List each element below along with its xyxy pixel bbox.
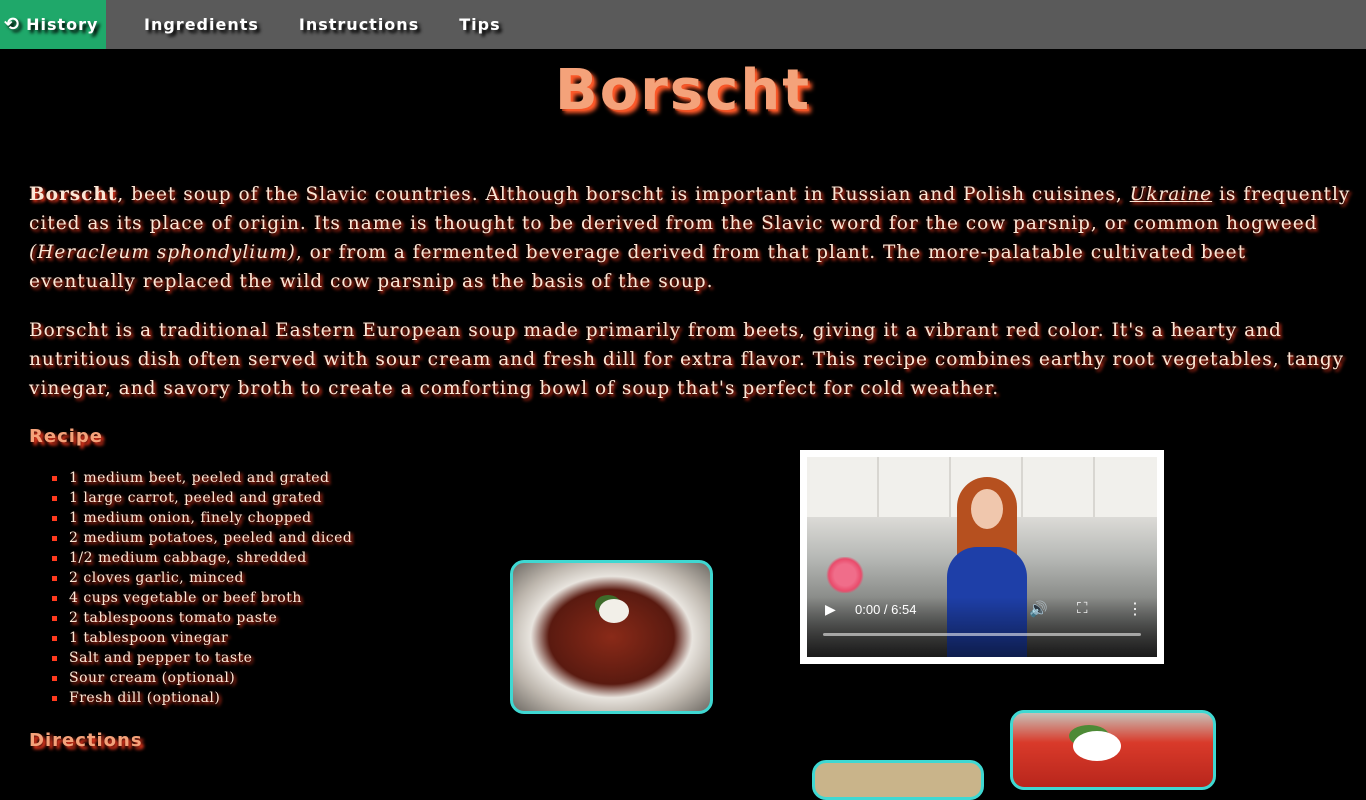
presenter-face xyxy=(971,489,1003,529)
intro-bold-term: Borscht xyxy=(29,184,118,205)
fullscreen-icon[interactable]: ⛶ xyxy=(1077,600,1088,617)
nav-instructions-label: Instructions xyxy=(298,15,420,34)
borscht-photo-partial xyxy=(812,760,984,800)
video-flowers xyxy=(825,557,865,593)
ingredient-item: 1/2 medium cabbage, shredded xyxy=(51,548,352,568)
ingredient-item: 1 medium onion, finely chopped xyxy=(51,508,352,528)
ingredient-item: Salt and pepper to taste xyxy=(51,648,352,668)
nav-instructions[interactable]: Instructions xyxy=(279,0,439,49)
nav-tips-label: Tips xyxy=(459,15,501,34)
ingredient-item: Fresh dill (optional) xyxy=(51,688,352,708)
intro-latin-name: (Heracleum sphondylium) xyxy=(29,242,296,263)
ingredient-item: 2 medium potatoes, peeled and diced xyxy=(51,530,353,546)
nav-history-label: History xyxy=(26,15,99,34)
video-time: 0:00 / 6:54 xyxy=(855,602,917,617)
page-title: Borscht xyxy=(555,58,811,123)
top-navbar: ⟲ History Ingredients Instructions Tips xyxy=(0,0,1366,49)
play-icon[interactable]: ▶ xyxy=(825,601,836,618)
video-frame: ▶ 0:00 / 6:54 🔊 ⛶ ⋮ xyxy=(800,450,1164,664)
recipe-video[interactable]: ▶ 0:00 / 6:54 🔊 ⛶ ⋮ xyxy=(807,457,1157,657)
video-progress-bar[interactable] xyxy=(823,633,1141,636)
ingredient-item: 1 medium beet, peeled and grated xyxy=(51,468,352,488)
intro-paragraph: Borscht, beet soup of the Slavic countri… xyxy=(29,180,1359,296)
nav-ingredients[interactable]: Ingredients xyxy=(124,0,279,49)
recipe-heading: Recipe xyxy=(29,426,104,447)
more-vert-icon[interactable]: ⋮ xyxy=(1127,599,1143,619)
nav-history[interactable]: ⟲ History xyxy=(0,0,106,49)
ingredient-item: Sour cream (optional) xyxy=(51,668,352,688)
borscht-photo-bowl xyxy=(510,560,713,714)
nav-tips[interactable]: Tips xyxy=(439,0,520,49)
borscht-photo-closeup xyxy=(1010,710,1216,790)
ingredient-item: 1 tablespoon vinegar xyxy=(51,628,352,648)
sour-cream-garnish xyxy=(599,599,629,623)
directions-heading: Directions xyxy=(29,730,143,751)
ingredients-list: 1 medium beet, peeled and grated 1 large… xyxy=(51,468,353,708)
history-icon: ⟲ xyxy=(4,14,21,35)
ingredient-item: 2 tablespoons tomato paste xyxy=(51,608,352,628)
volume-icon[interactable]: 🔊 xyxy=(1029,600,1048,618)
dill-garnish xyxy=(1073,731,1121,761)
nav-ingredients-label: Ingredients xyxy=(144,15,259,34)
ingredient-item: 4 cups vegetable or beef broth xyxy=(51,588,352,608)
intro-text-1: , beet soup of the Slavic countries. Alt… xyxy=(117,184,1130,205)
ukraine-link[interactable]: Ukraine xyxy=(1130,184,1212,205)
ingredient-item: 1 large carrot, peeled and grated xyxy=(51,488,352,508)
ingredient-item: 2 cloves garlic, minced xyxy=(51,568,352,588)
description-paragraph: Borscht is a traditional Eastern Europea… xyxy=(29,320,1345,399)
